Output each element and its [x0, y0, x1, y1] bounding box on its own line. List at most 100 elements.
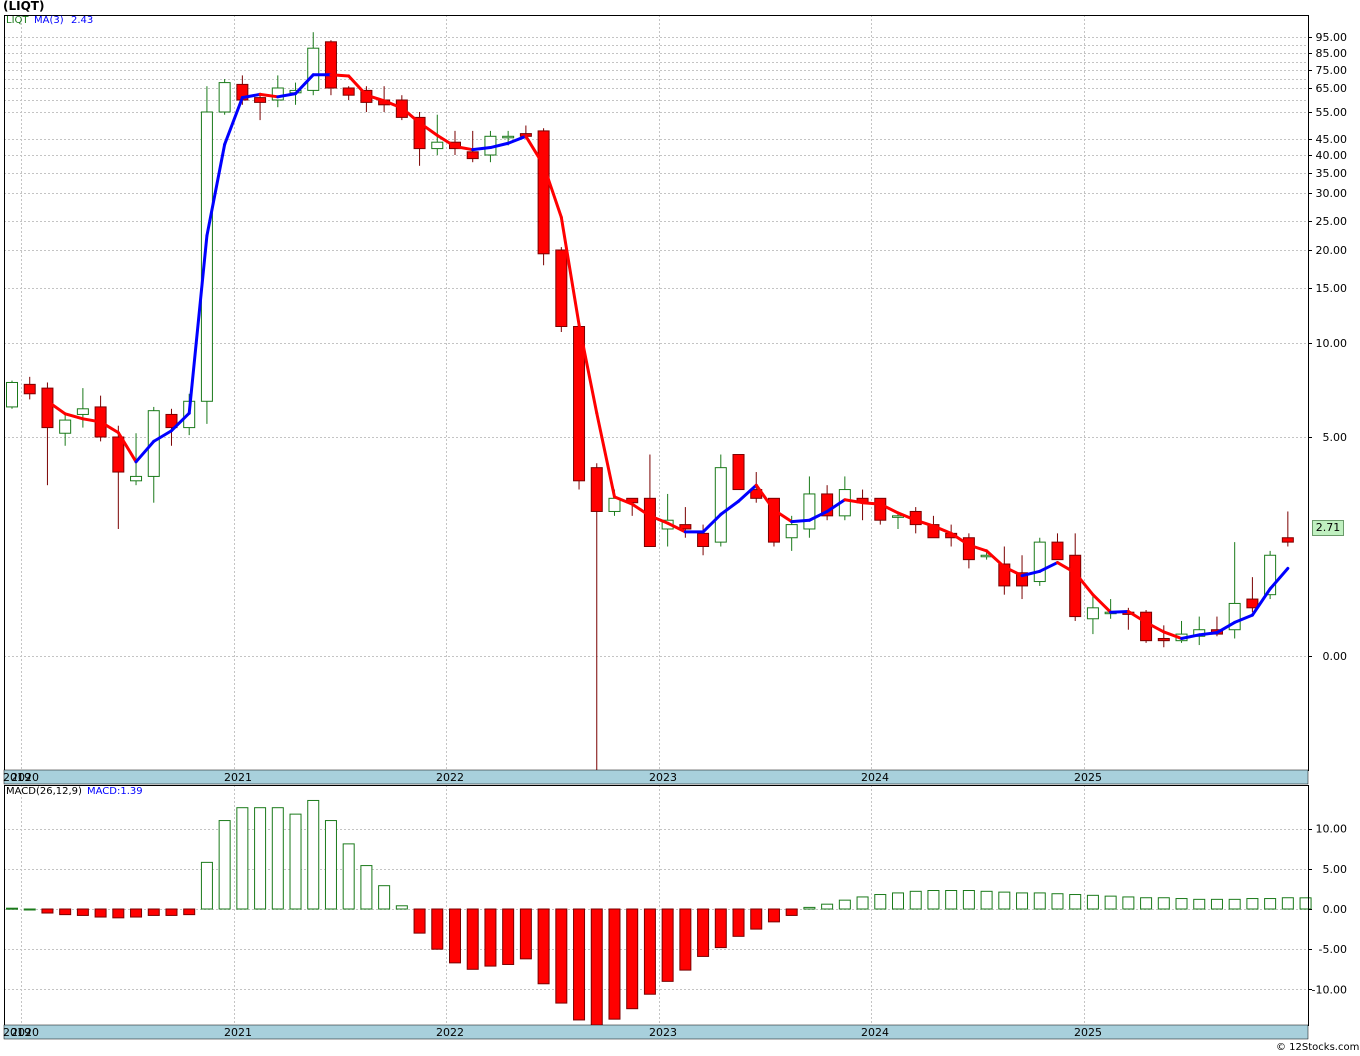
price-axis-label: 15.00	[1316, 282, 1348, 295]
macd-axis-label: -5.00	[1319, 943, 1347, 956]
macd-bar-negative	[608, 908, 621, 1020]
macd-bar-positive	[271, 807, 284, 910]
macd-bar-positive	[962, 890, 975, 910]
macd-bar-negative	[112, 908, 125, 919]
macd-bar-negative	[785, 908, 798, 916]
candle-body	[218, 82, 231, 113]
macd-bar-negative	[502, 908, 515, 965]
macd-bar-positive	[200, 861, 213, 910]
year-label: 2024	[861, 771, 889, 784]
macd-bar-negative	[732, 908, 745, 937]
ma-line	[45, 73, 1290, 640]
year-label: 2025	[1074, 1026, 1102, 1039]
macd-bar-negative	[555, 908, 568, 1004]
price-axis-label: 30.00	[1316, 187, 1348, 200]
macd-bar-positive	[254, 807, 267, 910]
macd-bar-negative	[767, 908, 780, 923]
price-axis-label: 55.00	[1316, 106, 1348, 119]
ma-segment	[861, 501, 882, 506]
macd-bar-positive	[1016, 892, 1029, 910]
price-panel-frame	[4, 15, 1309, 771]
macd-bar-positive	[23, 908, 36, 911]
candle-body	[1086, 607, 1099, 620]
candle-body	[431, 141, 444, 150]
macd-bar-negative	[573, 908, 586, 1021]
macd-bar-positive	[927, 890, 940, 910]
year-label: 2024	[861, 1026, 889, 1039]
candle-body	[697, 532, 710, 547]
candle-body	[6, 381, 18, 408]
candle-body	[307, 47, 320, 91]
macd-bar-positive	[378, 885, 391, 910]
macd-bar-negative	[183, 908, 196, 916]
candle-body	[41, 387, 54, 429]
price-legend-ma-name: MA(3)	[34, 15, 64, 26]
candle-body	[1157, 637, 1170, 642]
candle-body	[785, 524, 798, 539]
ma-segment	[471, 146, 492, 152]
candle-body	[643, 497, 656, 548]
candle-body	[608, 497, 621, 512]
price-candles	[6, 32, 1294, 770]
candle-body	[803, 493, 816, 530]
candle-body	[714, 467, 727, 543]
macd-bar-negative	[449, 908, 461, 964]
macd-bar-positive	[1086, 894, 1099, 910]
macd-bar-negative	[661, 908, 674, 982]
price-axis-label: 75.00	[1316, 64, 1348, 77]
year-label: 2020	[11, 1026, 39, 1039]
last-price-tag: 2.71	[1312, 520, 1344, 536]
macd-bar-positive	[1299, 897, 1312, 910]
macd-legend-name: MACD(26,12,9)	[6, 786, 82, 797]
macd-bar-positive	[289, 813, 302, 910]
macd-axis-label: 0.00	[1323, 903, 1348, 916]
macd-bar-negative	[714, 908, 727, 949]
candle-body	[59, 419, 72, 434]
macd-bar-positive	[1175, 898, 1188, 910]
macd-bar-positive	[892, 892, 904, 910]
candle-body	[76, 408, 89, 415]
price-axis-label: 65.00	[1316, 82, 1348, 95]
macd-bar-negative	[413, 908, 426, 934]
candle-body	[502, 135, 515, 139]
candle-body	[1051, 541, 1064, 561]
macd-bar-positive	[324, 820, 337, 910]
price-axis-label: 95.00	[1316, 31, 1348, 44]
footer-credit: © 12Stocks.com	[1276, 1042, 1360, 1053]
candle-body	[130, 475, 143, 482]
macd-bar-positive	[1069, 894, 1082, 910]
macd-bar-negative	[76, 908, 89, 916]
price-axis-label: 5.00	[1323, 431, 1348, 444]
macd-bar-negative	[165, 908, 178, 916]
year-label: 2025	[1074, 771, 1102, 784]
price-axis-label: 40.00	[1316, 149, 1348, 162]
candle-body	[342, 87, 355, 96]
year-label: 2023	[649, 771, 677, 784]
macd-axis-label: 10.00	[1316, 823, 1348, 836]
macd-legend-value: MACD:1.39	[87, 786, 143, 797]
macd-bar-positive	[1193, 898, 1206, 910]
macd-bar-positive	[236, 807, 249, 910]
candle-body	[254, 97, 267, 103]
chart-title: (LIQT)	[3, 0, 45, 13]
macd-bar-negative	[59, 908, 72, 916]
macd-bar-positive	[874, 894, 887, 910]
macd-bar-positive	[307, 799, 320, 910]
candle-body	[1281, 537, 1294, 543]
macd-bar-positive	[1210, 898, 1223, 910]
candle-body	[200, 111, 213, 402]
macd-bar-negative	[750, 908, 763, 930]
year-label: 2022	[436, 1026, 464, 1039]
macd-bar-negative	[484, 908, 497, 967]
price-axis-label: 20.00	[1316, 244, 1348, 257]
candle-body	[112, 436, 125, 473]
macd-bar-positive	[856, 896, 869, 910]
candle-body	[1246, 598, 1259, 609]
price-axis-label: 85.00	[1316, 47, 1348, 60]
price-axis-label: 0.00	[1323, 650, 1348, 663]
macd-bar-positive	[1281, 897, 1294, 910]
macd-bar-positive	[909, 890, 922, 910]
macd-bar-positive	[803, 906, 816, 910]
macd-bar-positive	[218, 820, 231, 910]
macd-bar-positive	[1051, 893, 1064, 910]
